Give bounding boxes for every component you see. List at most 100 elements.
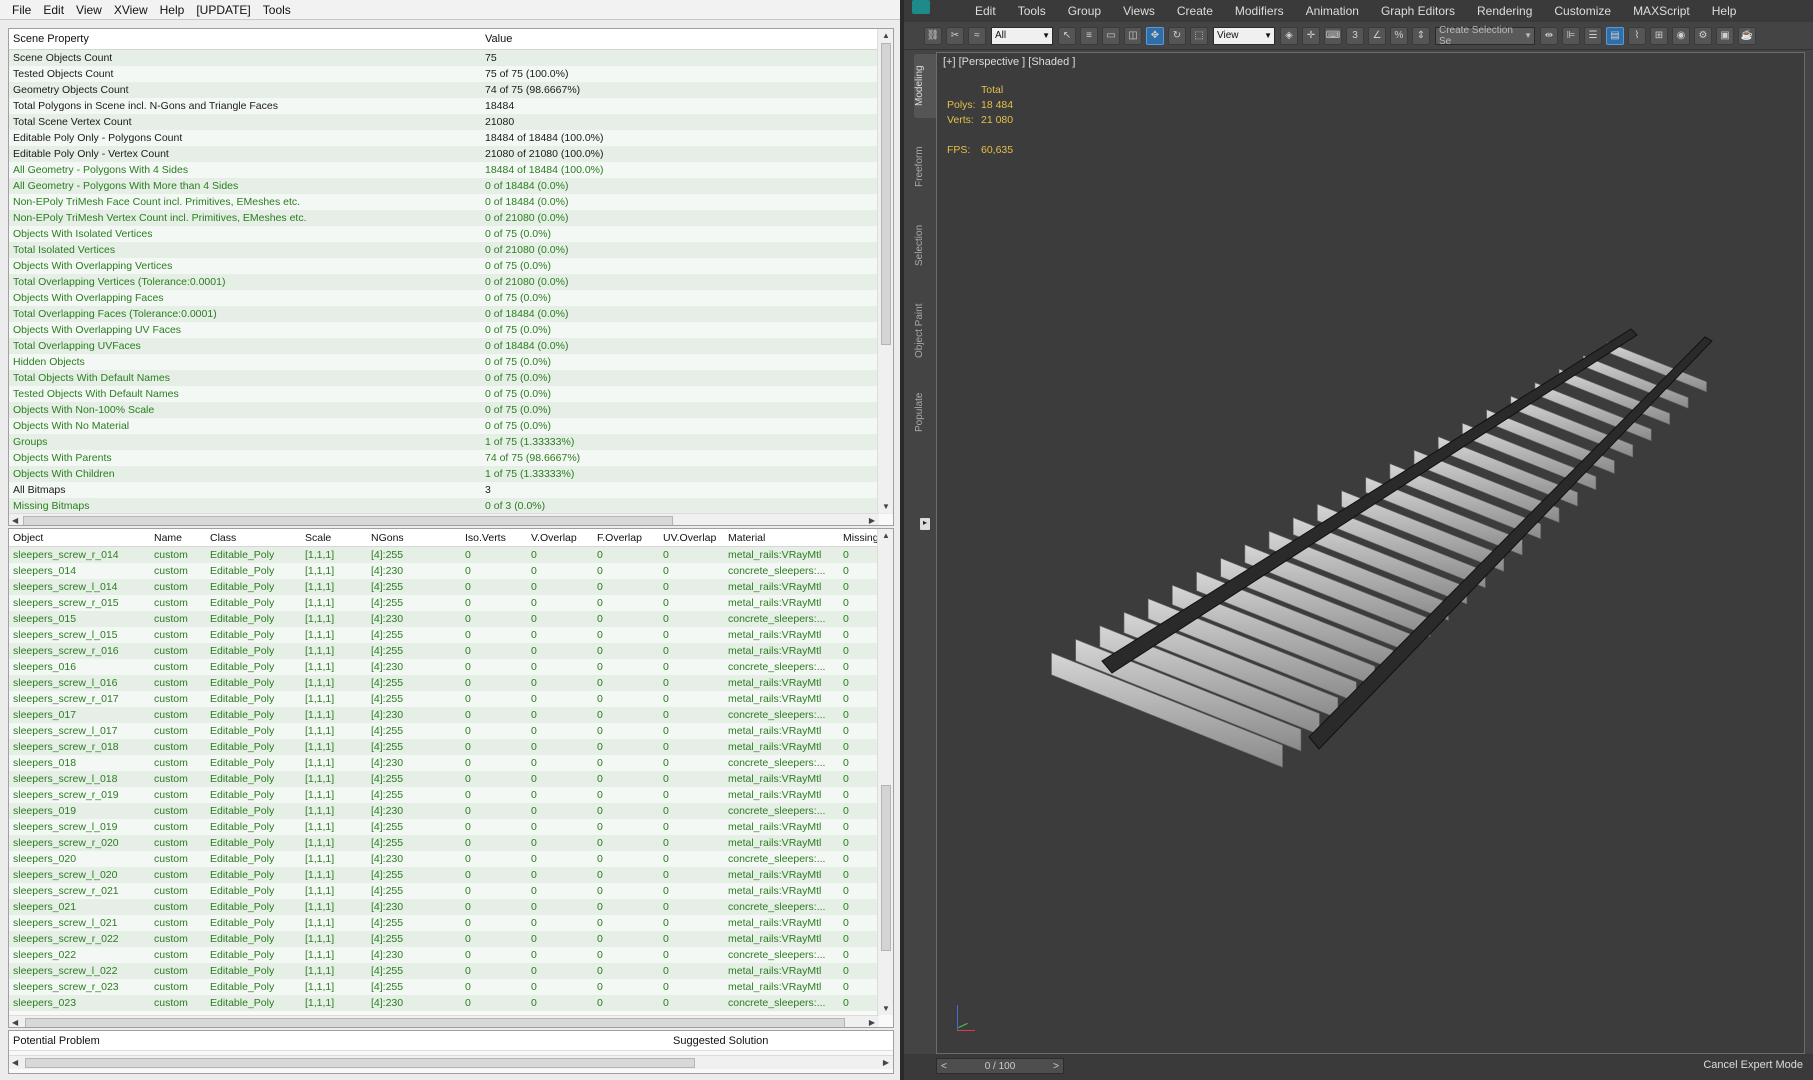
max-menu-item-customize[interactable]: Customize [1543,0,1622,22]
objects-horizontal-scrollbar[interactable]: ◀ ▶ [9,1015,879,1027]
property-row[interactable]: Total Overlapping UVFaces 0 of 18484 (0.0… [9,338,893,354]
table-row[interactable]: sleepers_018 custom Editable_Poly [1,1,1] [4… [9,755,893,771]
objects-hscroll-thumb[interactable] [25,1018,845,1027]
table-row[interactable]: sleepers_screw_r_020 custom Editable_Poly [… [9,835,893,851]
scroll-right-arrow-icon[interactable]: ▶ [869,1018,875,1027]
property-row[interactable]: Scene Objects Count 75 [9,50,893,66]
max-menu-item-edit[interactable]: Edit [964,0,1007,22]
max-logo-icon[interactable] [912,0,930,14]
potential-problem-header[interactable]: Potential Problem [9,1035,669,1047]
max-menu-item-modifiers[interactable]: Modifiers [1224,0,1295,22]
property-row[interactable]: Objects With Non-100% Scale 0 of 75 (0.0%… [9,402,893,418]
mirror-icon[interactable]: ⇹ [1540,26,1558,45]
column-header-voverlap[interactable]: V.Overlap [527,532,593,544]
scene-explorer-icon[interactable]: ▤ [1606,26,1624,45]
tab-populate[interactable]: Populate [914,376,936,448]
table-row[interactable]: sleepers_022 custom Editable_Poly [1,1,1] [4… [9,947,893,963]
suggested-solution-header[interactable]: Suggested Solution [669,1035,768,1047]
value-column-header[interactable]: Value [481,33,871,45]
property-row[interactable]: Groups 1 of 75 (1.33333%) [9,434,893,450]
scroll-up-arrow-icon[interactable]: ▲ [882,31,890,40]
table-row[interactable]: sleepers_screw_l_015 custom Editable_Poly [… [9,627,893,643]
property-row[interactable]: Geometry Objects Count 74 of 75 (98.6667%… [9,82,893,98]
table-row[interactable]: sleepers_screw_r_015 custom Editable_Poly [… [9,595,893,611]
table-row[interactable]: sleepers_screw_l_020 custom Editable_Poly [… [9,867,893,883]
max-menu-item-help[interactable]: Help [1701,0,1748,22]
select-move-icon[interactable]: ✥ [1146,26,1164,45]
scroll-right-arrow-icon[interactable]: ▶ [883,1058,889,1067]
bind-space-warp-icon[interactable]: ≈ [968,26,986,45]
property-row[interactable]: Total Scene Vertex Count 21080 [9,114,893,130]
max-menu-item-graph-editors[interactable]: Graph Editors [1370,0,1466,22]
table-row[interactable]: sleepers_023 custom Editable_Poly [1,1,1] [4… [9,995,893,1011]
table-row[interactable]: sleepers_screw_l_019 custom Editable_Poly [… [9,819,893,835]
menu-item-help[interactable]: Help [154,0,191,20]
table-row[interactable]: sleepers_screw_l_017 custom Editable_Poly [… [9,723,893,739]
scroll-left-arrow-icon[interactable]: ◀ [12,1058,18,1067]
table-row[interactable]: sleepers_016 custom Editable_Poly [1,1,1] [4… [9,659,893,675]
table-row[interactable]: sleepers_017 custom Editable_Poly [1,1,1] [4… [9,707,893,723]
table-row[interactable]: sleepers_screw_l_018 custom Editable_Poly [… [9,771,893,787]
property-row[interactable]: Objects With Overlapping UV Faces 0 of 75… [9,322,893,338]
rendered-frame-window-icon[interactable]: ▣ [1716,26,1734,45]
property-row[interactable]: Non-EPoly TriMesh Face Count incl. Primi… [9,194,893,210]
table-row[interactable]: sleepers_screw_r_014 custom Editable_Poly [… [9,547,893,563]
tab-modeling[interactable]: Modeling [914,54,936,118]
column-header-name[interactable]: Name [150,532,206,544]
schematic-view-icon[interactable]: ⊞ [1650,26,1668,45]
named-selection-sets-dropdown[interactable]: Create Selection Se ▼ [1435,25,1535,47]
column-header-isoverts[interactable]: Iso.Verts [461,532,527,544]
render-production-icon[interactable]: ☕ [1738,26,1756,45]
scroll-down-arrow-icon[interactable]: ▼ [882,502,890,511]
property-row[interactable]: Objects With Parents 74 of 75 (98.6667%) [9,450,893,466]
angle-snap-icon[interactable]: ∠ [1368,26,1386,45]
unlink-icon[interactable]: ✂ [946,26,964,45]
property-row[interactable]: Objects With Overlapping Vertices 0 of 75… [9,258,893,274]
scroll-left-arrow-icon[interactable]: ◀ [12,1018,18,1027]
reference-coordinate-dropdown[interactable]: View ▼ [1213,26,1275,45]
pivot-center-icon[interactable]: ◈ [1280,26,1298,45]
select-by-name-icon[interactable]: ≡ [1080,26,1098,45]
max-menu-item-views[interactable]: Views [1112,0,1166,22]
rectangular-selection-icon[interactable]: ▭ [1102,26,1120,45]
max-menu-item-rendering[interactable]: Rendering [1466,0,1543,22]
column-header-scale[interactable]: Scale [301,532,367,544]
property-row[interactable]: Non-EPoly TriMesh Vertex Count incl. Pri… [9,210,893,226]
property-row[interactable]: All Bitmaps 3 [9,482,893,498]
spinner-snap-icon[interactable]: ⇕ [1412,26,1430,45]
property-row[interactable]: Tested Objects With Default Names 0 of 75… [9,386,893,402]
table-row[interactable]: sleepers_screw_r_017 custom Editable_Poly [… [9,691,893,707]
table-row[interactable]: sleepers_015 custom Editable_Poly [1,1,1] [4… [9,611,893,627]
column-header-uvoverlap[interactable]: UV.Overlap [659,532,724,544]
objects-scroll-thumb[interactable] [881,785,891,951]
properties-horizontal-scrollbar[interactable]: ◀ ▶ [9,513,879,525]
curve-editor-icon[interactable]: ⌇ [1628,26,1646,45]
table-row[interactable]: sleepers_020 custom Editable_Poly [1,1,1] [4… [9,851,893,867]
property-row[interactable]: Total Overlapping Vertices (Tolerance:0.… [9,274,893,290]
railway-track-model[interactable] [937,53,1806,1053]
property-row[interactable]: Objects With Isolated Vertices 0 of 75 (0… [9,226,893,242]
max-menu-item-tools[interactable]: Tools [1007,0,1057,22]
table-row[interactable]: sleepers_screw_r_021 custom Editable_Poly [… [9,883,893,899]
select-object-icon[interactable]: ↖ [1058,26,1076,45]
scroll-left-arrow-icon[interactable]: ◀ [12,516,18,525]
properties-hscroll-thumb[interactable] [23,516,673,525]
tab-selection[interactable]: Selection [914,210,936,280]
scroll-up-arrow-icon[interactable]: ▲ [882,531,890,540]
max-menu-item-group[interactable]: Group [1057,0,1112,22]
property-row[interactable]: All Geometry - Polygons With More than 4… [9,178,893,194]
scroll-down-arrow-icon[interactable]: ▼ [882,1004,890,1013]
column-header-missing[interactable]: Missing [839,532,879,544]
window-crossing-icon[interactable]: ◫ [1124,26,1142,45]
column-header-ngons[interactable]: NGons [367,532,461,544]
property-row[interactable]: Objects With Children 1 of 75 (1.33333%) [9,466,893,482]
property-row[interactable]: Total Objects With Default Names 0 of 75 … [9,370,893,386]
time-slider-prev-icon[interactable]: < [941,1061,947,1072]
link-icon[interactable]: ⛓ [924,26,942,45]
align-icon[interactable]: ⊫ [1562,26,1580,45]
objects-vertical-scrollbar[interactable]: ▲ ▼ [877,529,893,1015]
max-menu-item-maxscript[interactable]: MAXScript [1622,0,1701,22]
property-row[interactable]: Objects With No Material 0 of 75 (0.0%) [9,418,893,434]
layer-explorer-icon[interactable]: ☰ [1584,26,1602,45]
property-row[interactable]: Total Polygons in Scene incl. N-Gons and… [9,98,893,114]
